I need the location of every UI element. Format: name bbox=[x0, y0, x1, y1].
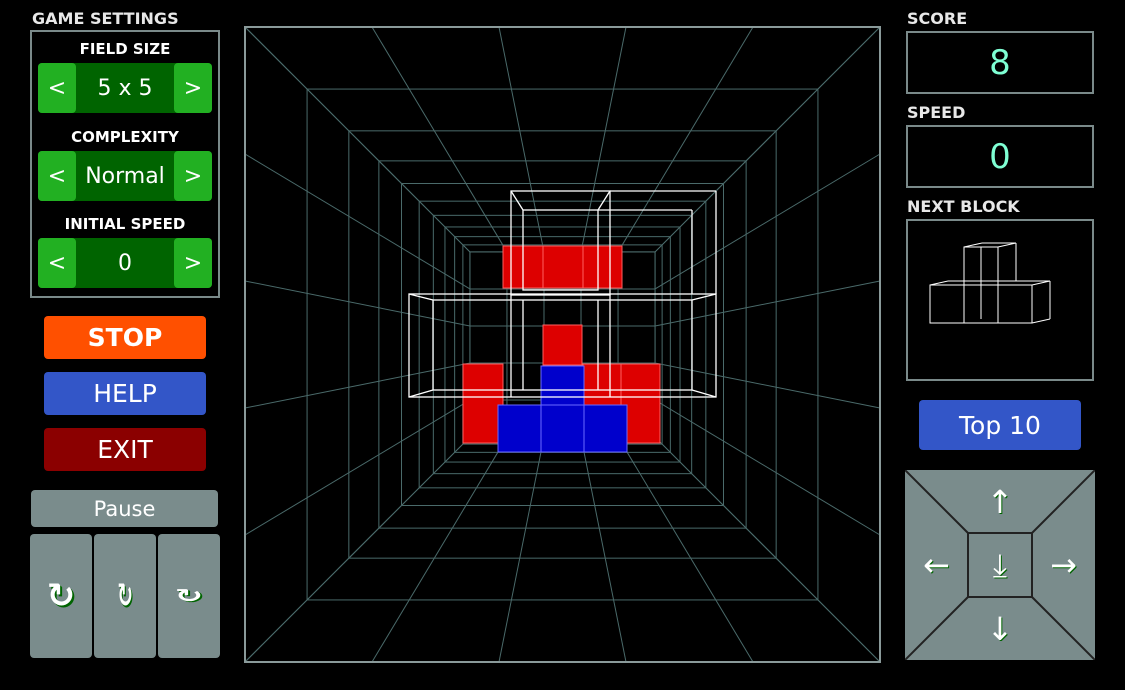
grid-line bbox=[498, 26, 545, 253]
grid-line bbox=[654, 362, 881, 409]
grid-line bbox=[654, 436, 881, 663]
grid-line bbox=[244, 153, 471, 290]
grid-line bbox=[371, 26, 508, 253]
next-block-preview bbox=[906, 219, 1094, 381]
grid-line bbox=[244, 280, 471, 327]
grid-line bbox=[617, 26, 754, 253]
grid-line bbox=[654, 399, 881, 536]
score-value: 8 bbox=[906, 31, 1094, 94]
score-label: SCORE bbox=[907, 9, 968, 28]
grid-line bbox=[580, 436, 627, 663]
move-up-button[interactable]: ↑ bbox=[968, 470, 1032, 533]
grid-line bbox=[654, 26, 881, 253]
grid-line bbox=[580, 26, 627, 253]
grid-line bbox=[654, 280, 881, 327]
move-down-button[interactable]: ↓ bbox=[968, 597, 1032, 660]
grid-line bbox=[244, 26, 471, 253]
grid-line bbox=[654, 153, 881, 290]
grid-line bbox=[244, 436, 471, 663]
move-left-button[interactable]: ← bbox=[905, 533, 968, 597]
grid-line bbox=[617, 436, 754, 663]
move-right-button[interactable]: → bbox=[1032, 533, 1095, 597]
next-block-label: NEXT BLOCK bbox=[907, 197, 1020, 216]
drop-button[interactable]: ⤓ bbox=[968, 533, 1032, 597]
grid-line bbox=[244, 362, 471, 409]
next-block-wireframe bbox=[929, 242, 1051, 324]
grid-line bbox=[244, 399, 471, 536]
grid-line bbox=[371, 436, 508, 663]
top10-button[interactable]: Top 10 bbox=[919, 400, 1081, 450]
grid-line bbox=[498, 436, 545, 663]
speed-value: 0 bbox=[906, 125, 1094, 188]
direction-pad: ↑ ↓ ← → ⤓ bbox=[905, 470, 1095, 660]
speed-label: SPEED bbox=[907, 103, 966, 122]
